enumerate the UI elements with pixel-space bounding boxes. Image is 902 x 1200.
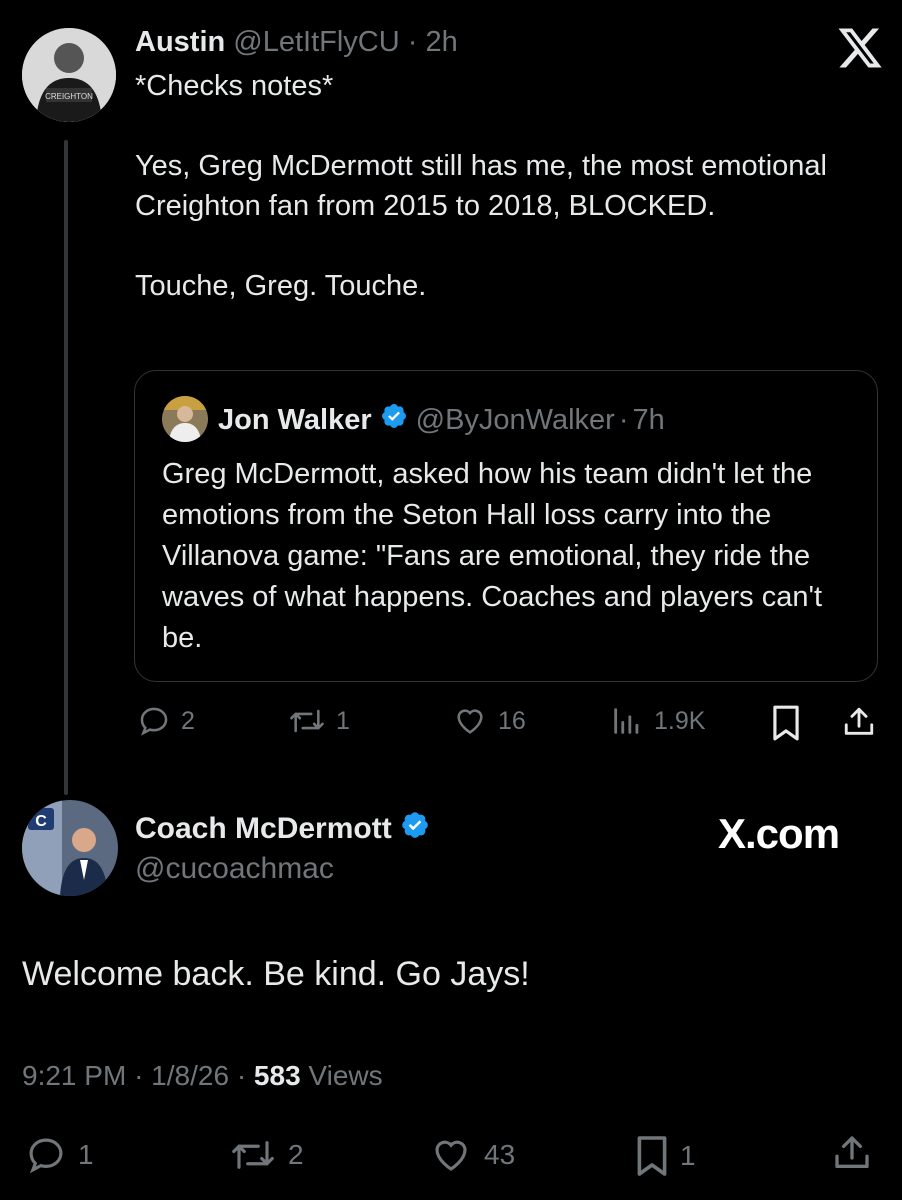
meta-separator: ·	[134, 1060, 144, 1091]
tweet1-text: *Checks notes* Yes, Greg McDermott still…	[135, 70, 827, 302]
reply-icon	[29, 1138, 63, 1174]
tweet1-views-button[interactable]: 1.9K	[610, 704, 705, 738]
x-logo-icon	[836, 24, 884, 72]
tweet1-repost-count: 1	[336, 706, 350, 735]
tweet1-like-count: 16	[498, 706, 526, 735]
tweet2-views-count: 583	[253, 1060, 301, 1091]
reply-icon	[140, 707, 168, 736]
tweet2-repost-count: 2	[288, 1139, 304, 1170]
tweet1-view-count: 1.9K	[654, 706, 706, 735]
tweet1-like-button[interactable]: 16	[452, 704, 526, 738]
tweet2-meta: 9:21 PM · 1/8/26 · 583 Views	[22, 1060, 383, 1092]
tweet1-author-name[interactable]: Austin	[135, 26, 225, 58]
tweet1-dot-separator: ·	[407, 26, 418, 58]
tweet1-reply-button[interactable]: 2	[137, 704, 195, 738]
repost-icon	[290, 709, 324, 733]
tweet2-bookmark-count: 1	[680, 1140, 696, 1171]
tweet2-reply-button[interactable]: 1	[24, 1134, 94, 1176]
austin-avatar[interactable]: CREIGHTON	[22, 28, 116, 122]
tweet2-views-label: Views	[308, 1060, 383, 1091]
tweet1-repost-button[interactable]: 1	[288, 704, 350, 738]
quoted-dot-separator: ·	[618, 403, 629, 436]
tweet1-author-handle[interactable]: @LetItFlyCU	[233, 26, 399, 58]
tweet1-timestamp[interactable]: 2h	[426, 26, 458, 58]
jon-walker-avatar	[162, 396, 208, 442]
tweet2-reply-count: 1	[78, 1139, 94, 1170]
heart-icon	[435, 1140, 467, 1171]
tweet1-bookmark-button[interactable]	[770, 704, 802, 742]
tweet1-reply-count: 2	[181, 706, 195, 735]
tweet2-time[interactable]: 9:21 PM	[22, 1060, 126, 1091]
bookmark-icon	[637, 1136, 667, 1176]
tweet2-date[interactable]: 1/8/26	[151, 1060, 229, 1091]
quoted-timestamp: 7h	[632, 403, 665, 436]
coach-mcdermott-avatar[interactable]: C	[22, 800, 118, 896]
tweet2-author-name[interactable]: Coach McDermott	[135, 812, 392, 846]
heart-icon	[457, 709, 483, 734]
svg-text:CREIGHTON: CREIGHTON	[45, 92, 93, 101]
tweet2-author-row: Coach McDermott	[135, 810, 430, 848]
quoted-tweet-text: Greg McDermott, asked how his team didn'…	[162, 458, 831, 654]
svg-text:C: C	[35, 813, 47, 830]
x-com-watermark: X.com	[718, 810, 840, 857]
share-icon	[844, 707, 874, 735]
tweet2-author-handle[interactable]: @cucoachmac	[135, 852, 334, 886]
verified-badge-icon	[380, 402, 408, 438]
views-chart-icon	[614, 708, 639, 734]
thread-connector-line	[64, 140, 68, 795]
tweet1-share-button[interactable]	[842, 704, 876, 740]
meta-separator: ·	[236, 1060, 247, 1091]
tweet2-repost-button[interactable]: 2	[228, 1134, 304, 1176]
tweet2-bookmark-button[interactable]: 1	[634, 1134, 696, 1178]
tweet2-like-button[interactable]: 43	[428, 1134, 515, 1176]
verified-badge-icon	[400, 810, 430, 848]
tweet2-text: Welcome back. Be kind. Go Jays!	[22, 955, 530, 993]
quoted-tweet-header: Jon Walker @ByJonWalker · 7h	[218, 402, 665, 438]
bookmark-icon	[773, 705, 799, 741]
tweet1-header: Austin @LetItFlyCU · 2h	[135, 26, 458, 59]
tweet2-like-count: 43	[484, 1139, 516, 1170]
tweet2-share-button[interactable]	[832, 1132, 872, 1174]
quoted-author-name: Jon Walker	[218, 403, 372, 436]
repost-icon	[232, 1141, 274, 1169]
share-icon	[835, 1136, 869, 1168]
quoted-author-handle: @ByJonWalker	[415, 403, 615, 436]
